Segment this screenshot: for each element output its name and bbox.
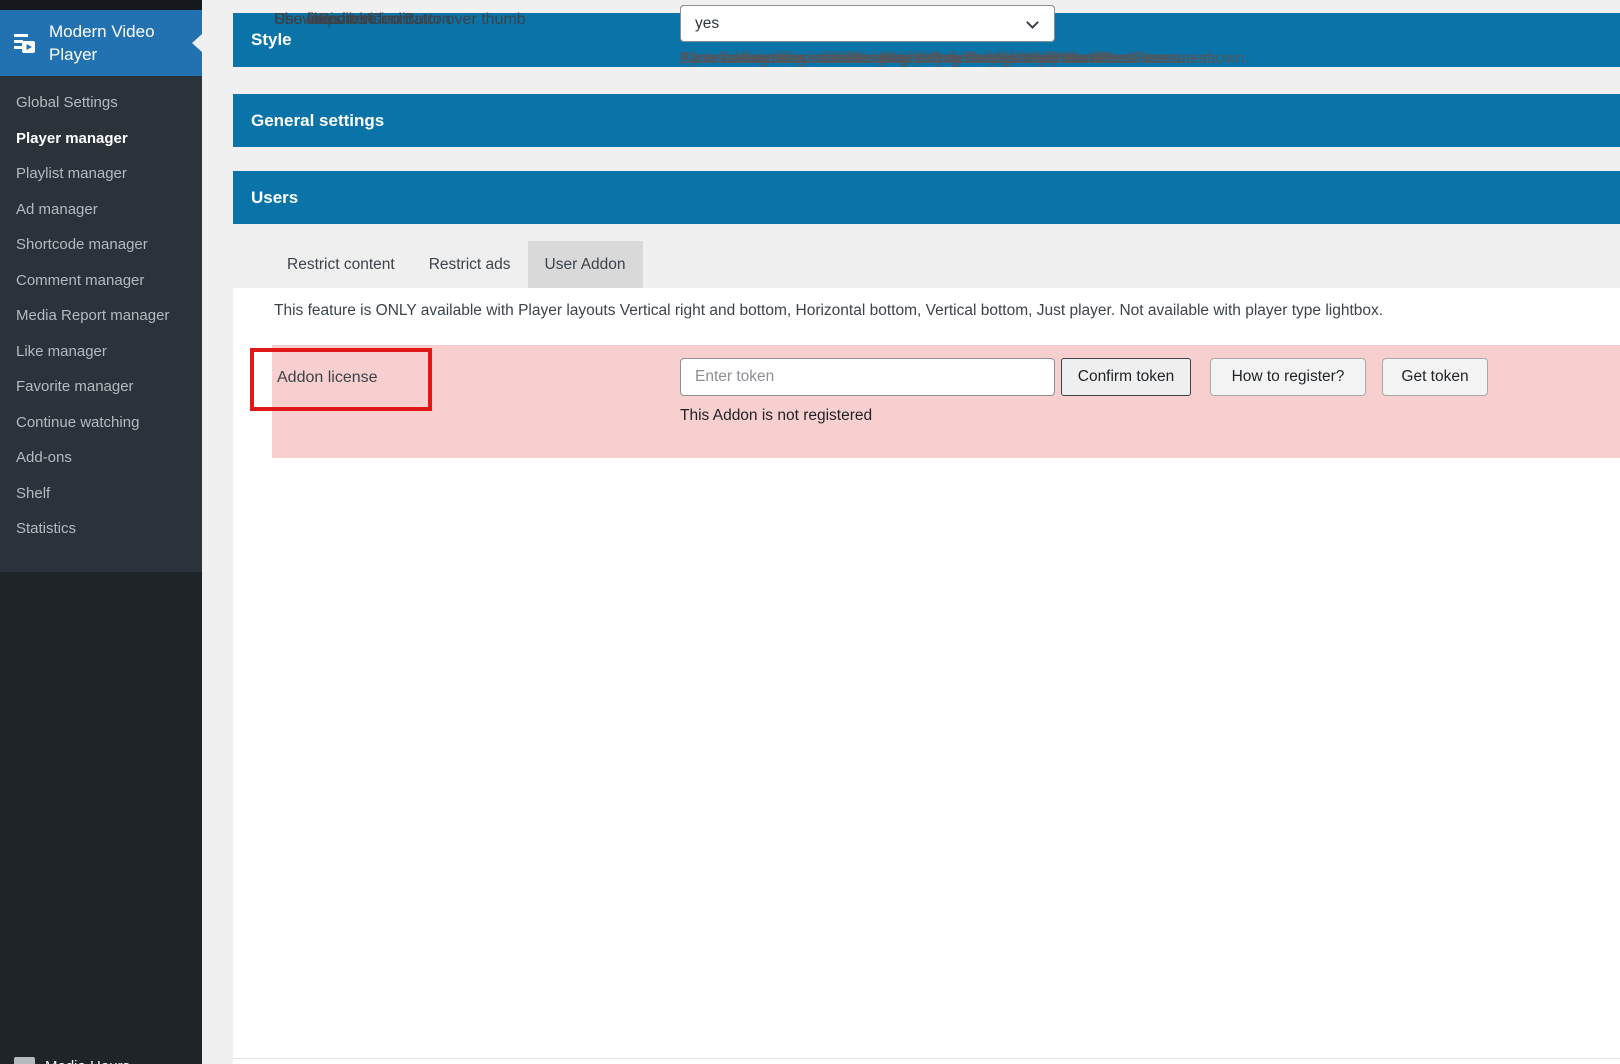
sidebar-submenu-item[interactable]: Favorite manager: [0, 369, 202, 405]
sidebar-submenu-item[interactable]: Shelf: [0, 476, 202, 512]
get-token-button[interactable]: Get token: [1382, 358, 1488, 396]
setting-row: Use Report Video Button yes Allows users…: [233, 0, 1620, 100]
users-tabstrip: Restrict content Restrict ads User Addon: [270, 241, 1620, 288]
sidebar-submenu-item[interactable]: Shortcode manager: [0, 227, 202, 263]
sidebar-item-modern-video-player[interactable]: Modern Video Player: [0, 10, 202, 76]
setting-description: Allows users to report video. Only for r…: [680, 50, 1134, 67]
tab[interactable]: Restrict content: [270, 241, 412, 288]
sidebar-submenu: Global Settings Player manager Playlist …: [0, 76, 202, 572]
sidebar-item-label: Global Settings: [16, 94, 118, 111]
sidebar-item-label: Media Hours: [45, 1058, 130, 1064]
main-content: Style General settings Users Restrict co…: [233, 0, 1620, 1064]
sidebar-submenu-item[interactable]: Add-ons: [0, 440, 202, 476]
sidebar-submenu-item[interactable]: Media Report manager: [0, 298, 202, 334]
tab-label: Restrict ads: [428, 256, 511, 273]
media-hours-icon: [14, 1057, 35, 1064]
sidebar-submenu-item[interactable]: Statistics: [0, 511, 202, 547]
bottom-divider: [233, 1058, 1620, 1059]
tab[interactable]: User Addon: [527, 241, 643, 288]
token-input[interactable]: [680, 358, 1055, 396]
feature-notice: This feature is ONLY available with Play…: [274, 302, 1384, 319]
how-to-register-button[interactable]: How to register?: [1210, 358, 1366, 396]
sidebar-item-label: Media Report manager: [16, 307, 170, 324]
sidebar-submenu-item[interactable]: Continue watching: [0, 405, 202, 441]
setting-label: Use Report Video Button: [274, 11, 451, 28]
addon-license-row: Addon license Confirm token How to regis…: [272, 345, 1620, 458]
sidebar-item-label: Shelf: [16, 484, 51, 502]
sidebar-submenu-item[interactable]: Like manager: [0, 334, 202, 370]
select-value: yes: [695, 15, 720, 32]
chevron-down-icon: [1026, 16, 1039, 29]
sidebar-submenu-item[interactable]: Ad manager: [0, 192, 202, 228]
current-menu-arrow: [192, 34, 202, 52]
section-title: Users: [251, 188, 299, 207]
sidebar-submenu-item[interactable]: Global Settings: [0, 85, 202, 121]
section-header-users[interactable]: Users: [233, 171, 1620, 224]
video-playlist-icon: [13, 32, 36, 55]
confirm-token-button[interactable]: Confirm token: [1061, 358, 1191, 396]
sidebar-item-label: Player manager: [16, 129, 128, 147]
app-title: Modern Video Player: [49, 22, 155, 64]
license-status-text: This Addon is not registered: [680, 407, 873, 424]
sidebar-item-label: Continue watching: [16, 413, 140, 431]
tab-label: Restrict content: [287, 256, 395, 273]
section-header-general-settings[interactable]: General settings: [233, 94, 1620, 147]
sidebar-item-label: Favorite manager: [16, 378, 134, 395]
sidebar-item-label: Statistics: [16, 520, 77, 537]
admin-sidebar: Modern Video Player Global Settings Play…: [0, 0, 202, 1064]
section-title: General settings: [251, 111, 385, 130]
sidebar-item-label: Add-ons: [16, 449, 72, 466]
sidebar-submenu-item[interactable]: Comment manager: [0, 263, 202, 299]
sidebar-item-label: Ad manager: [16, 200, 98, 218]
sidebar-item-label: Shortcode manager: [16, 236, 148, 253]
sidebar-gutter: [202, 0, 233, 1064]
setting-select[interactable]: yes: [680, 5, 1055, 42]
sidebar-item-label: Playlist manager: [16, 165, 127, 182]
sidebar-item-label: Comment manager: [16, 271, 145, 289]
admin-top-bar: [0, 0, 202, 10]
sidebar-submenu-item[interactable]: Player manager: [0, 121, 202, 157]
sidebar-submenu-item[interactable]: Playlist manager: [0, 156, 202, 192]
tab[interactable]: Restrict ads: [412, 241, 528, 288]
tab-label: User Addon: [544, 256, 626, 273]
sidebar-item-label: Like manager: [16, 342, 107, 360]
sidebar-item-media-hours[interactable]: Media Hours: [0, 1049, 202, 1064]
annotation-red-rectangle: [250, 348, 432, 411]
